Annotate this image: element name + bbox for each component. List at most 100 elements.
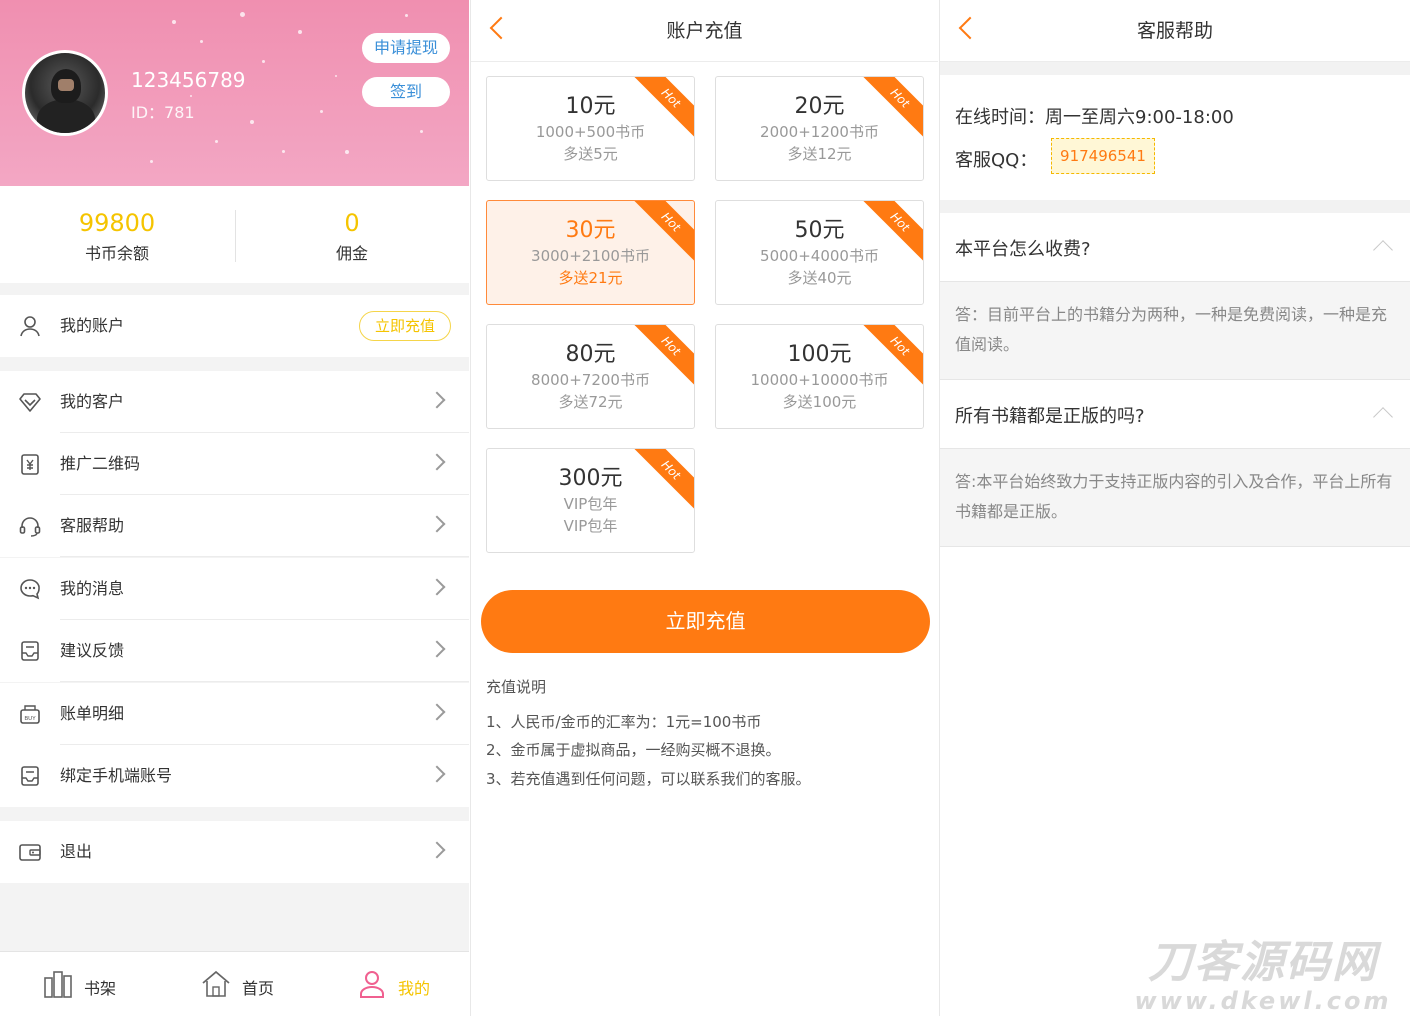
option-bonus: 多送21元 xyxy=(558,269,623,287)
option-bonus: 多送12元 xyxy=(787,145,852,163)
sparkle-decoration xyxy=(335,75,337,77)
menu-item-label: 我的消息 xyxy=(60,579,125,598)
recharge-option-selected[interactable]: Hot 30元 3000+2100书币 多送21元 xyxy=(486,200,695,305)
recharge-note: 2、金币属于虚拟商品，一经购买概不退换。 xyxy=(486,741,781,759)
menu-item-label: 推广二维码 xyxy=(60,454,141,473)
watermark-title: 刀客源码网 xyxy=(1148,937,1378,988)
sparkle-decoration xyxy=(215,140,218,143)
chevron-right-icon xyxy=(428,640,446,658)
user-outline-icon xyxy=(20,316,40,337)
faq-question: 本平台怎么收费? xyxy=(955,239,1091,260)
chevron-up-icon xyxy=(1373,240,1393,260)
menu-item-feedback[interactable]: 建议反馈 xyxy=(0,620,469,682)
commission-stat[interactable]: 0 佣金 xyxy=(235,208,469,264)
watermark-url: www.dkewl.com xyxy=(1134,987,1392,1015)
sparkle-decoration xyxy=(320,110,323,113)
menu-item-bind-phone[interactable]: 绑定手机端账号 xyxy=(0,745,469,807)
recharge-now-tag[interactable]: 立即充值 xyxy=(359,311,451,341)
menu-item-label: 客服帮助 xyxy=(60,516,125,535)
option-coins: 5000+4000书币 xyxy=(760,247,879,265)
recharge-nav-bar: 账户充值 xyxy=(471,0,938,62)
faq-answer: 答：目前平台上的书籍分为两种，一种是免费阅读，一种是充值阅读。 xyxy=(940,282,1410,379)
menu-item-bills[interactable]: BUY 账单明细 xyxy=(0,683,469,745)
chevron-right-icon xyxy=(428,841,446,859)
avatar[interactable] xyxy=(22,50,108,136)
sparkle-decoration xyxy=(190,95,192,97)
option-coins: 2000+1200书币 xyxy=(760,123,879,141)
chevron-right-icon xyxy=(428,515,446,533)
recharge-submit-button[interactable]: 立即充值 xyxy=(481,590,930,653)
diamond-icon xyxy=(19,393,41,412)
recharge-option[interactable]: Hot 80元 8000+7200书币 多送72元 xyxy=(486,324,695,429)
option-coins: VIP包年 xyxy=(563,495,618,513)
recharge-option[interactable]: Hot 50元 5000+4000书币 多送40元 xyxy=(715,200,924,305)
bottom-tab-bar: 书架 首页 我的 xyxy=(0,951,469,1016)
chevron-right-icon xyxy=(428,453,446,471)
balance-value: 99800 xyxy=(78,209,156,237)
faq-answer: 答:本平台始终致力于支持正版内容的引入及合作，平台上所有书籍都是正版。 xyxy=(940,449,1410,546)
profile-header: 123456789 ID：781 申请提现 签到 xyxy=(0,0,469,186)
recharge-option[interactable]: Hot 300元 VIP包年 VIP包年 xyxy=(486,448,695,553)
online-time: 在线时间：周一至周六9:00-18:00 xyxy=(955,107,1234,128)
balance-stat[interactable]: 99800 书币余额 xyxy=(0,208,234,264)
yuan-tag-icon xyxy=(21,454,39,475)
faq-question-1[interactable]: 本平台怎么收费? xyxy=(940,213,1410,281)
wallet-icon xyxy=(19,844,41,861)
user-icon xyxy=(360,971,384,998)
sparkle-decoration xyxy=(150,160,153,163)
chevron-up-icon xyxy=(1373,407,1393,427)
contact-info-block: 在线时间：周一至周六9:00-18:00 客服QQ： xyxy=(940,75,1410,200)
commission-value: 0 xyxy=(344,209,360,237)
recharge-panel: 账户充值 Hot 10元 1000+500书币 多送5元 Hot 20元 200… xyxy=(470,0,938,1016)
sparkle-decoration xyxy=(250,120,254,124)
stats-bar: 99800 书币余额 0 佣金 xyxy=(0,186,469,283)
menu-item-account[interactable]: 我的账户 立即充值 xyxy=(0,295,469,357)
menu-item-logout[interactable]: 退出 xyxy=(0,821,469,883)
recharge-option[interactable]: Hot 10元 1000+500书币 多送5元 xyxy=(486,76,695,181)
buy-box-icon: BUY xyxy=(20,705,40,724)
menu-item-messages[interactable]: 我的消息 xyxy=(0,558,469,620)
qq-label: 客服QQ： xyxy=(955,150,1038,171)
chevron-right-icon xyxy=(428,765,446,783)
user-id: ID：781 xyxy=(131,103,195,122)
inbox-icon xyxy=(21,766,39,786)
tab-label: 书架 xyxy=(84,979,117,998)
row-divider xyxy=(60,681,469,682)
recharge-notes-title: 充值说明 xyxy=(486,678,547,696)
sparkle-decoration xyxy=(345,150,349,154)
balance-label: 书币余额 xyxy=(84,244,149,263)
option-coins: 8000+7200书币 xyxy=(531,371,650,389)
sparkle-decoration xyxy=(405,14,408,17)
sparkle-decoration xyxy=(240,12,245,17)
option-coins: 3000+2100书币 xyxy=(531,247,650,265)
menu-item-label: 建议反馈 xyxy=(60,641,125,660)
recharge-option[interactable]: Hot 20元 2000+1200书币 多送12元 xyxy=(715,76,924,181)
sparkle-decoration xyxy=(172,20,176,24)
faq-question: 所有书籍都是正版的吗? xyxy=(955,406,1145,427)
home-icon xyxy=(202,970,230,997)
recharge-note: 3、若充值遇到任何问题，可以联系我们的客服。 xyxy=(486,770,811,788)
recharge-option[interactable]: Hot 100元 10000+10000书币 多送100元 xyxy=(715,324,924,429)
menu-item-support[interactable]: 客服帮助 xyxy=(0,495,469,557)
qq-number[interactable]: 917496541 xyxy=(1051,138,1155,174)
inbox-icon xyxy=(21,641,39,661)
option-bonus: 多送100元 xyxy=(782,393,857,411)
option-bonus: 多送5元 xyxy=(563,145,618,163)
menu-item-customers[interactable]: 我的客户 xyxy=(0,371,469,433)
watermark: 刀客源码网 www.dkewl.com xyxy=(1128,937,1398,1015)
username: 123456789 xyxy=(131,68,246,92)
bookshelf-icon xyxy=(44,971,72,998)
menu-item-qrcode[interactable]: 推广二维码 xyxy=(0,433,469,495)
option-bonus: 多送72元 xyxy=(558,393,623,411)
chevron-right-icon xyxy=(428,391,446,409)
withdraw-button[interactable]: 申请提现 xyxy=(362,33,450,63)
signin-button[interactable]: 签到 xyxy=(362,77,450,107)
menu-item-label: 我的账户 xyxy=(60,316,125,335)
page-title: 账户充值 xyxy=(666,20,743,42)
faq-question-2[interactable]: 所有书籍都是正版的吗? xyxy=(940,380,1410,448)
profile-panel: 123456789 ID：781 申请提现 签到 99800 书币余额 0 佣金… xyxy=(0,0,469,1016)
option-bonus: 多送40元 xyxy=(787,269,852,287)
option-coins: 1000+500书币 xyxy=(535,123,646,141)
recharge-note: 1、人民币/金币的汇率为：1元=100书币 xyxy=(486,713,762,731)
menu-item-label: 退出 xyxy=(60,842,93,861)
